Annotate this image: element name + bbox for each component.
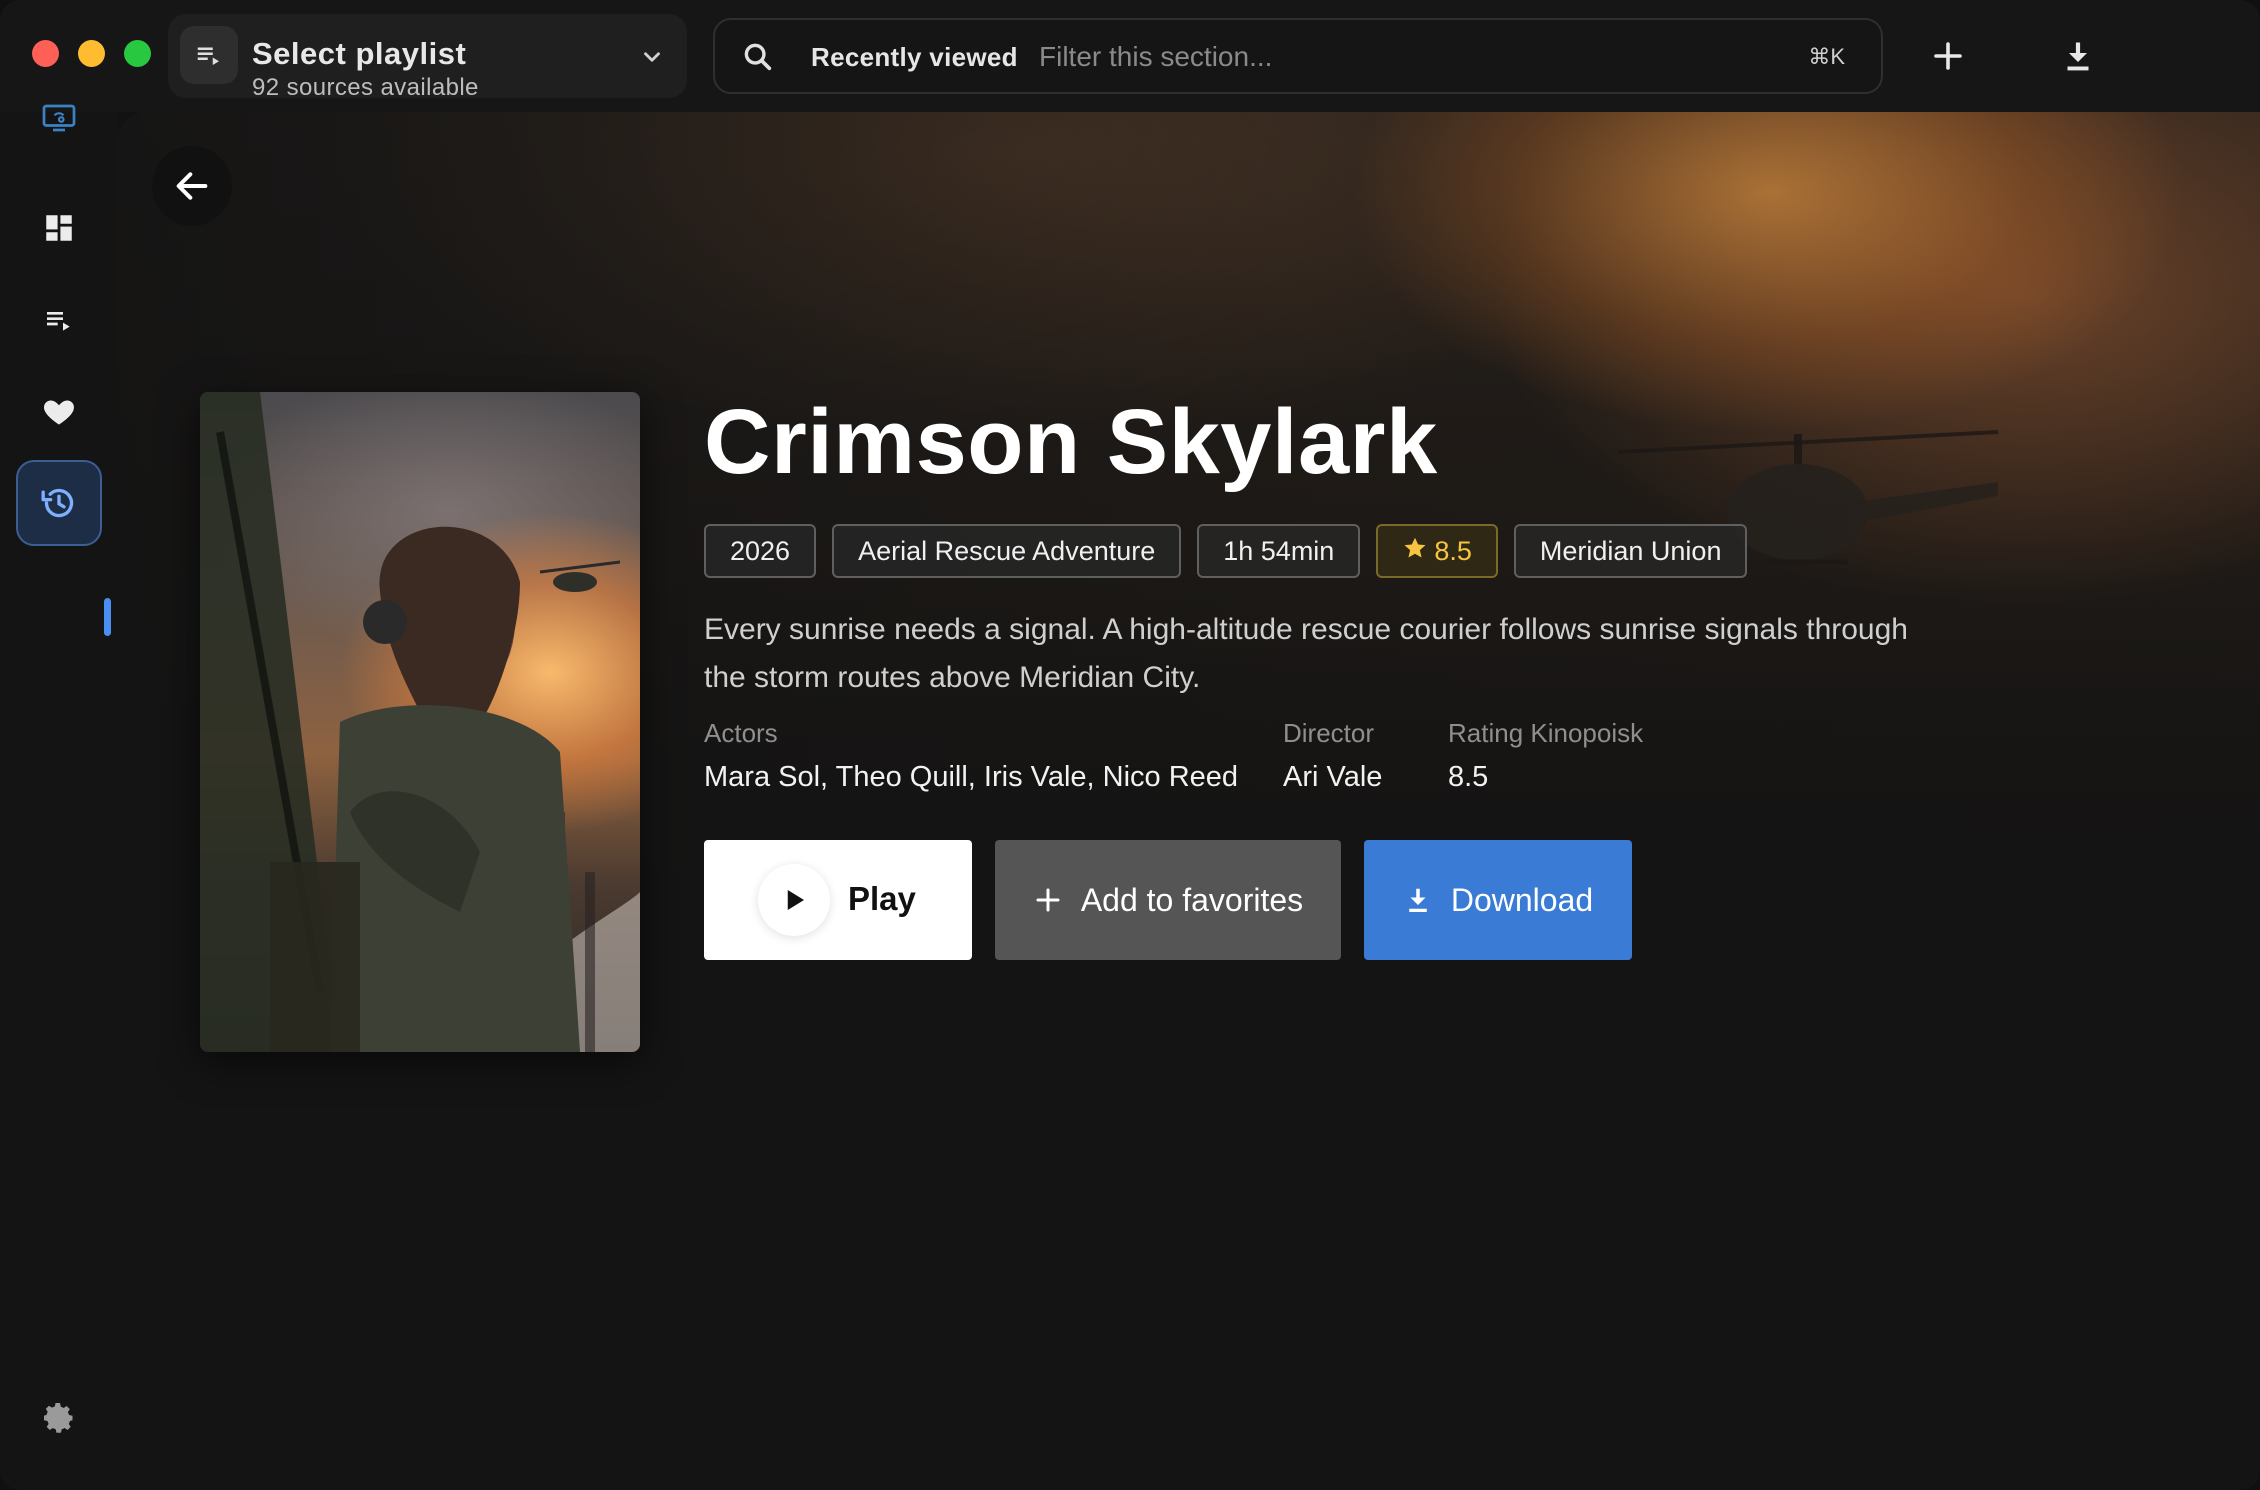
arrow-left-icon bbox=[176, 172, 208, 200]
history-icon bbox=[41, 488, 74, 518]
plus-icon bbox=[1036, 888, 1060, 912]
main-content: Crimson Skylark 2026 Aerial Rescue Adven… bbox=[118, 112, 2260, 1490]
rating-badge: 8.5 bbox=[1376, 524, 1498, 578]
playlist-icon bbox=[180, 26, 238, 84]
download-icon bbox=[1409, 888, 1427, 912]
search-bar: Recently viewed ⌘K bbox=[713, 18, 1883, 94]
sidebar bbox=[0, 104, 118, 1490]
gear-icon bbox=[44, 1403, 73, 1433]
add-to-favorites-button[interactable]: Add to favorites bbox=[995, 840, 1341, 960]
playlist-icon bbox=[47, 312, 70, 331]
star-icon bbox=[1402, 535, 1428, 568]
poster-illustration bbox=[200, 392, 640, 1052]
movie-tags: 2026 Aerial Rescue Adventure 1h 54min 8.… bbox=[704, 524, 1748, 578]
app-window: Select playlist 92 sources available Rec… bbox=[0, 0, 2260, 1490]
kinopoisk-label: Rating Kinopoisk bbox=[1448, 718, 1644, 748]
actors-label: Actors bbox=[704, 718, 778, 748]
play-label: Play bbox=[848, 880, 916, 917]
chevron-down-icon bbox=[639, 44, 665, 75]
playlist-subtitle: 92 sources available bbox=[252, 74, 479, 101]
dashboard-icon bbox=[46, 215, 72, 241]
download-label: Download bbox=[1450, 881, 1594, 918]
actors-value: Mara Sol, Theo Quill, Iris Vale, Nico Re… bbox=[704, 761, 1239, 793]
playlist-selector[interactable]: Select playlist 92 sources available bbox=[168, 14, 687, 101]
sidebar-item-settings[interactable] bbox=[16, 1383, 102, 1453]
back-button[interactable] bbox=[152, 146, 232, 226]
sidebar-item-live-tv[interactable] bbox=[16, 88, 102, 148]
play-button[interactable]: Play bbox=[704, 840, 972, 960]
sidebar-item-playlists[interactable] bbox=[16, 277, 102, 363]
search-section-label[interactable]: Recently viewed bbox=[811, 42, 1018, 73]
year-badge: 2026 bbox=[704, 524, 817, 578]
movie-poster bbox=[200, 392, 640, 1052]
kinopoisk-value: 8.5 bbox=[1448, 761, 1489, 793]
kinopoisk-block: Rating Kinopoisk 8.5 bbox=[1448, 718, 1643, 794]
favorites-label: Add to favorites bbox=[1080, 881, 1304, 918]
movie-title: Crimson Skylark bbox=[704, 391, 1438, 493]
minimize-window-button[interactable] bbox=[78, 40, 105, 67]
search-input[interactable] bbox=[1039, 34, 1739, 80]
close-window-button[interactable] bbox=[32, 40, 59, 67]
director-label: Director bbox=[1283, 718, 1375, 748]
search-shortcut: ⌘K bbox=[1808, 44, 1845, 69]
play-icon bbox=[758, 864, 830, 936]
sidebar-item-dashboard[interactable] bbox=[16, 185, 102, 271]
studio-badge: Meridian Union bbox=[1513, 524, 1748, 578]
active-nav-indicator bbox=[104, 598, 111, 636]
add-button[interactable] bbox=[1918, 26, 1978, 86]
heart-icon bbox=[44, 400, 74, 425]
playlist-title: Select playlist bbox=[252, 36, 467, 71]
duration-badge: 1h 54min bbox=[1197, 524, 1361, 578]
director-block: Director Ari Vale bbox=[1283, 718, 1382, 794]
movie-description: Every sunrise needs a signal. A high-alt… bbox=[704, 613, 1908, 694]
genre-badge: Aerial Rescue Adventure bbox=[832, 524, 1182, 578]
director-value: Ari Vale bbox=[1283, 761, 1383, 793]
tv-icon bbox=[42, 104, 76, 132]
downloads-button[interactable] bbox=[2048, 26, 2108, 86]
top-bar: Select playlist 92 sources available Rec… bbox=[0, 0, 2260, 112]
actors-block: Actors Mara Sol, Theo Quill, Iris Vale, … bbox=[704, 718, 1238, 794]
sidebar-item-history[interactable] bbox=[16, 460, 102, 546]
maximize-window-button[interactable] bbox=[124, 40, 151, 67]
plus-icon bbox=[1934, 42, 1962, 70]
rating-value: 8.5 bbox=[1434, 535, 1472, 566]
download-icon bbox=[2067, 42, 2089, 71]
search-icon bbox=[741, 40, 775, 79]
sidebar-item-favorites[interactable] bbox=[16, 368, 102, 454]
download-button[interactable]: Download bbox=[1364, 840, 1632, 960]
